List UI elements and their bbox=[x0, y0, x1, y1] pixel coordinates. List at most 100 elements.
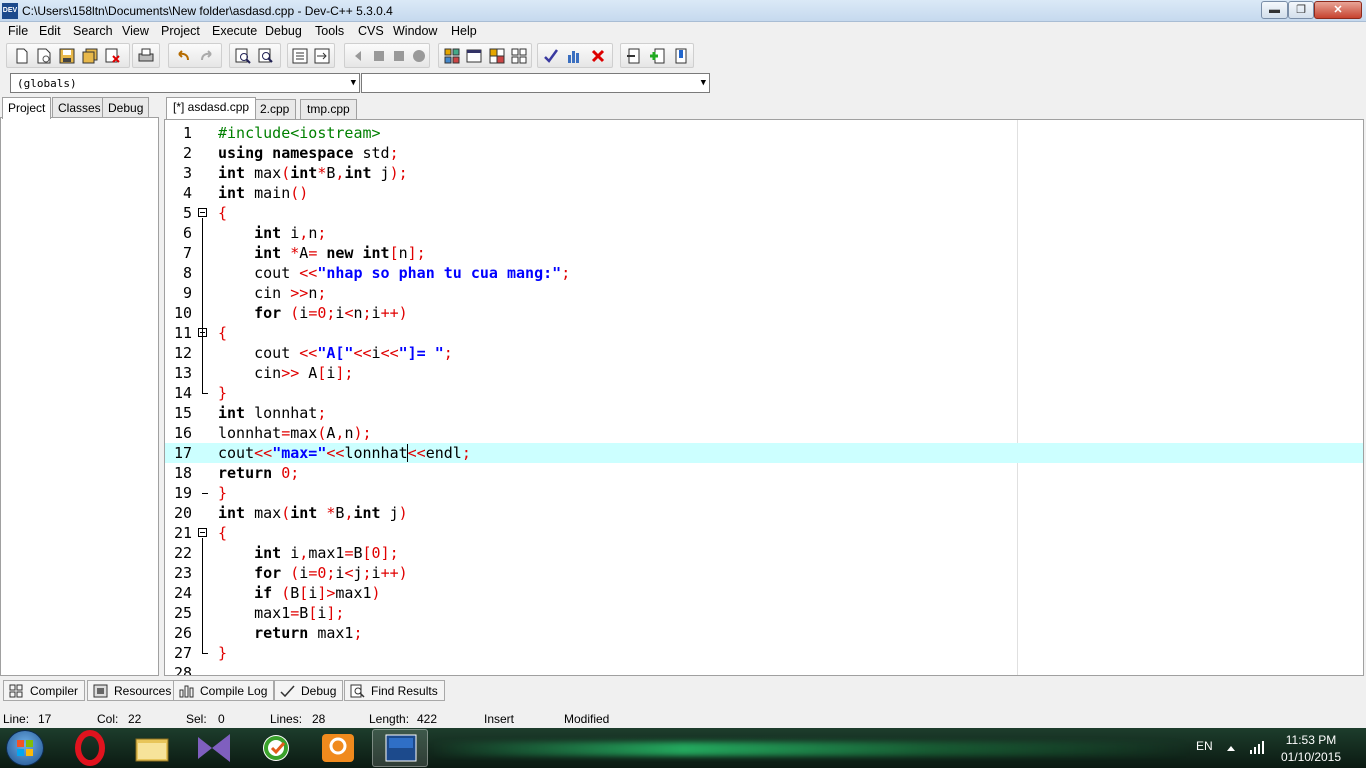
explorer-icon[interactable] bbox=[124, 729, 180, 767]
code-line[interactable]: 11 { bbox=[165, 323, 1363, 343]
find-icon[interactable] bbox=[235, 48, 251, 64]
code-line[interactable]: 4 int main() bbox=[165, 183, 1363, 203]
menu-view[interactable]: View bbox=[122, 24, 149, 38]
opera-icon[interactable] bbox=[62, 729, 118, 767]
code-line[interactable]: 20 int max(int *B,int j) bbox=[165, 503, 1363, 523]
project-new-icon[interactable] bbox=[626, 48, 642, 64]
scope-select[interactable]: (globals) ▼ bbox=[10, 73, 360, 93]
fold-toggle-icon[interactable] bbox=[198, 528, 207, 537]
save-all-icon[interactable] bbox=[82, 48, 98, 64]
menu-tools[interactable]: Tools bbox=[315, 24, 344, 38]
tab-debug-output[interactable]: Debug bbox=[274, 680, 344, 701]
code-line[interactable]: 7 int *A= new int[n]; bbox=[165, 243, 1363, 263]
menu-search[interactable]: Search bbox=[73, 24, 113, 38]
code-line[interactable]: 23 for (i=0;i<j;i++) bbox=[165, 563, 1363, 583]
save-icon[interactable] bbox=[59, 48, 75, 64]
code-line[interactable]: 16 lonnhat=max(A,n); bbox=[165, 423, 1363, 443]
code-line[interactable]: 28 bbox=[165, 663, 1363, 675]
replace-icon[interactable] bbox=[258, 48, 274, 64]
delete-icon[interactable] bbox=[590, 48, 606, 64]
visual-studio-icon[interactable] bbox=[186, 729, 242, 767]
code-line[interactable]: 27} bbox=[165, 643, 1363, 663]
code-line[interactable]: 6 int i,n; bbox=[165, 223, 1363, 243]
pdf-icon[interactable] bbox=[310, 729, 366, 767]
maximize-button[interactable]: ❐ bbox=[1288, 1, 1314, 19]
code-line[interactable]: 5{ bbox=[165, 203, 1363, 223]
tab-asdasd-cpp[interactable]: [*] asdasd.cpp bbox=[166, 97, 257, 119]
tray-clock-date[interactable]: 01/10/2015 bbox=[1280, 750, 1342, 764]
start-orb-icon[interactable] bbox=[6, 730, 44, 766]
tab-tmp-cpp[interactable]: tmp.cpp bbox=[300, 99, 357, 119]
bookmark-icon[interactable] bbox=[391, 48, 407, 64]
tab-classes[interactable]: Classes bbox=[52, 97, 107, 118]
tab-project[interactable]: Project bbox=[2, 97, 52, 119]
undo-icon[interactable] bbox=[175, 48, 191, 64]
code-line[interactable]: 15 int lonnhat; bbox=[165, 403, 1363, 423]
minimize-button[interactable]: ▬ bbox=[1261, 1, 1288, 19]
add-to-project-icon[interactable] bbox=[649, 48, 665, 64]
new-file-icon[interactable] bbox=[14, 48, 30, 64]
code-line[interactable]: 9 cin >>n; bbox=[165, 283, 1363, 303]
code-line[interactable]: 26 return max1; bbox=[165, 623, 1363, 643]
goto-line-icon[interactable] bbox=[314, 48, 330, 64]
code-line[interactable]: 25 max1=B[i]; bbox=[165, 603, 1363, 623]
symbol-select[interactable]: ▼ bbox=[361, 73, 710, 93]
tab-find-results[interactable]: Find Results bbox=[344, 680, 445, 701]
code-line[interactable]: 3 int max(int*B,int j); bbox=[165, 163, 1363, 183]
rebuild-icon[interactable] bbox=[511, 48, 527, 64]
code-line[interactable]: 8 cout <<"nhap so phan tu cua mang:"; bbox=[165, 263, 1363, 283]
menu-help[interactable]: Help bbox=[451, 24, 477, 38]
menu-cvs[interactable]: CVS bbox=[358, 24, 384, 38]
code-text: cout <<"nhap so phan tu cua mang:"; bbox=[218, 263, 570, 283]
code-line[interactable]: 12 cout <<"A["<<i<<"]= "; bbox=[165, 343, 1363, 363]
indent-icon[interactable] bbox=[292, 48, 308, 64]
network-icon[interactable] bbox=[1249, 739, 1265, 755]
print-icon[interactable] bbox=[138, 48, 154, 64]
tab-compile-log[interactable]: Compile Log bbox=[173, 680, 275, 701]
code-line[interactable]: 1 #include<iostream> bbox=[165, 123, 1363, 143]
code-line[interactable]: 22 int i,max1=B[0]; bbox=[165, 543, 1363, 563]
tab-debug-panel[interactable]: Debug bbox=[102, 97, 150, 118]
tray-clock-time[interactable]: 11:53 PM bbox=[1280, 733, 1342, 747]
tab-compiler[interactable]: Compiler bbox=[3, 680, 86, 701]
project-tree[interactable] bbox=[0, 117, 159, 676]
devcpp-taskbar-icon[interactable] bbox=[372, 729, 428, 767]
tray-language[interactable]: EN bbox=[1196, 739, 1213, 753]
menu-debug[interactable]: Debug bbox=[265, 24, 302, 38]
code-editor[interactable]: 1 #include<iostream> 2 using namespace std;… bbox=[164, 119, 1364, 676]
code-line[interactable]: 24 if (B[i]>max1) bbox=[165, 583, 1363, 603]
fold-toggle-icon[interactable] bbox=[198, 208, 207, 217]
close-file-icon[interactable] bbox=[105, 48, 121, 64]
open-file-icon[interactable] bbox=[36, 48, 52, 64]
back-icon[interactable] bbox=[351, 48, 367, 64]
menu-edit[interactable]: Edit bbox=[39, 24, 61, 38]
code-line[interactable]: 17 cout<<"max="<<lonnhat<<endl; bbox=[165, 443, 1363, 463]
code-line[interactable]: 10 for (i=0;i<n;i++) bbox=[165, 303, 1363, 323]
redo-icon[interactable] bbox=[199, 48, 215, 64]
code-line[interactable]: 19} bbox=[165, 483, 1363, 503]
menu-window[interactable]: Window bbox=[393, 24, 437, 38]
profile-icon[interactable] bbox=[566, 48, 582, 64]
syntax-check-icon[interactable] bbox=[543, 48, 559, 64]
code-line[interactable]: 2 using namespace std; bbox=[165, 143, 1363, 163]
forward-icon[interactable] bbox=[371, 48, 387, 64]
code-line[interactable]: 13 cin>> A[i]; bbox=[165, 363, 1363, 383]
menu-file[interactable]: File bbox=[8, 24, 28, 38]
code-line[interactable]: 21 { bbox=[165, 523, 1363, 543]
tray-expand-icon[interactable] bbox=[1226, 743, 1236, 753]
codeblocks-icon[interactable] bbox=[248, 729, 304, 767]
code-line[interactable]: 14} bbox=[165, 383, 1363, 403]
menu-execute[interactable]: Execute bbox=[212, 24, 257, 38]
code-line[interactable]: 18 return 0; bbox=[165, 463, 1363, 483]
code-token: n bbox=[353, 304, 363, 322]
debug-stop-icon[interactable] bbox=[411, 48, 427, 64]
tab-2-cpp[interactable]: 2.cpp bbox=[253, 99, 297, 119]
close-button[interactable]: ✕ bbox=[1314, 1, 1362, 19]
compile-icon[interactable] bbox=[444, 48, 460, 64]
run-icon[interactable] bbox=[466, 48, 482, 64]
project-options-icon[interactable] bbox=[673, 48, 689, 64]
menu-project[interactable]: Project bbox=[161, 24, 200, 38]
code-token: i bbox=[299, 304, 309, 322]
tab-resources[interactable]: Resources bbox=[87, 680, 179, 701]
compile-run-icon[interactable] bbox=[489, 48, 505, 64]
